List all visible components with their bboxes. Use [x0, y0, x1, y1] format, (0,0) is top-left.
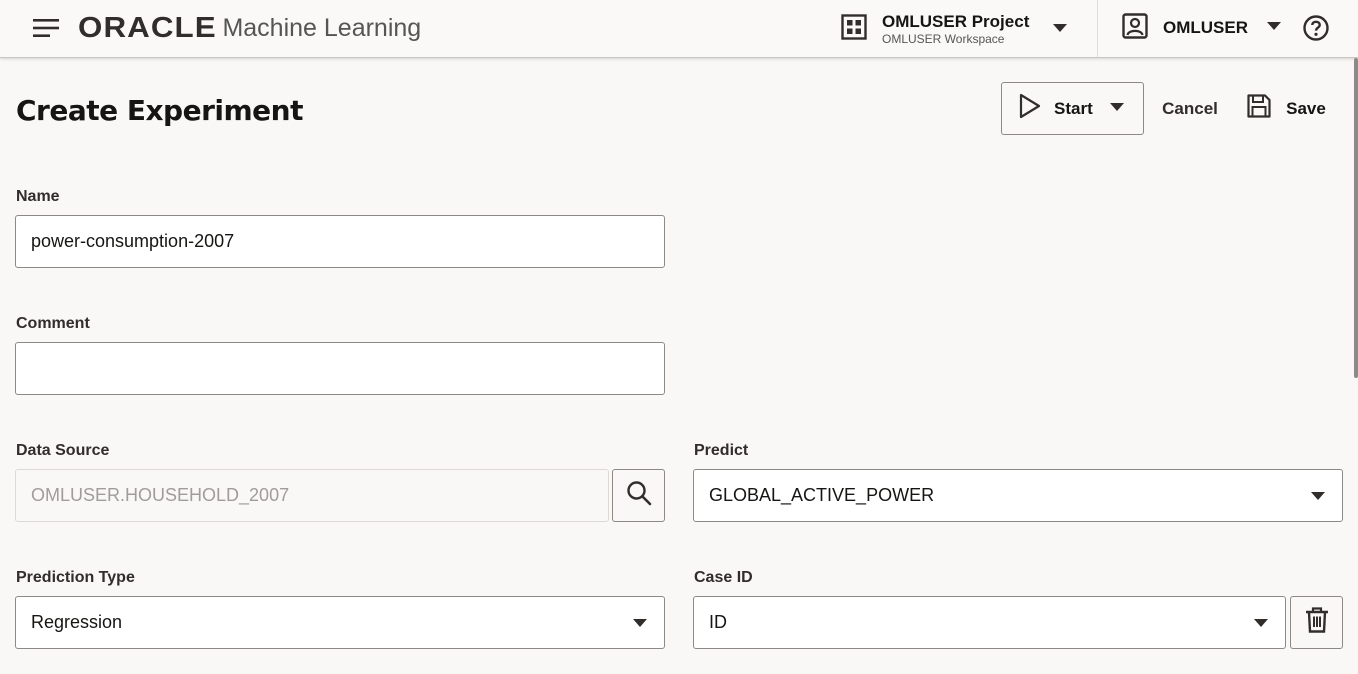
- project-title: OMLUSER Project: [882, 12, 1030, 31]
- search-button[interactable]: [612, 469, 665, 522]
- user-menu[interactable]: OMLUSER: [1121, 12, 1282, 45]
- data-source-field: OMLUSER.HOUSEHOLD_2007: [15, 469, 609, 522]
- chevron-down-icon: [1109, 100, 1125, 118]
- save-button-label: Save: [1286, 98, 1326, 118]
- predict-select[interactable]: GLOBAL_ACTIVE_POWER: [693, 469, 1343, 522]
- predict-value: GLOBAL_ACTIVE_POWER: [709, 485, 935, 505]
- case-id-select[interactable]: ID: [693, 596, 1286, 649]
- chevron-down-icon: [1266, 19, 1282, 37]
- hamburger-menu-icon[interactable]: [30, 14, 62, 42]
- app-header: ORACLE Machine Learning OMLUSER Project …: [0, 0, 1358, 58]
- page-title: Create Experiment: [16, 94, 303, 127]
- save-button[interactable]: Save: [1240, 82, 1332, 135]
- workspace-subtitle: OMLUSER Workspace: [882, 32, 1005, 46]
- data-source-value: OMLUSER.HOUSEHOLD_2007: [31, 485, 290, 505]
- prediction-type-value: Regression: [31, 612, 123, 632]
- prediction-type-label: Prediction Type: [16, 569, 135, 586]
- predict-label: Predict: [694, 442, 749, 459]
- floppy-disk-icon: [1246, 93, 1272, 124]
- comment-label: Comment: [16, 315, 90, 332]
- name-input[interactable]: power-consumption-2007: [15, 215, 665, 268]
- comment-input[interactable]: [15, 342, 665, 395]
- prediction-type-select[interactable]: Regression: [15, 596, 665, 649]
- chevron-down-icon: [616, 617, 664, 629]
- brand-logo: ORACLE Machine Learning: [78, 11, 422, 44]
- scrollbar[interactable]: [1354, 58, 1358, 378]
- name-value: power-consumption-2007: [31, 231, 235, 251]
- case-id-label: Case ID: [694, 569, 753, 586]
- trash-icon: [1304, 606, 1330, 639]
- user-name: OMLUSER: [1163, 18, 1248, 37]
- product-name: Machine Learning: [222, 13, 422, 42]
- name-label: Name: [16, 188, 60, 205]
- play-icon: [1018, 93, 1042, 124]
- case-id-value: ID: [709, 612, 727, 632]
- chevron-down-icon: [1294, 490, 1342, 502]
- start-button[interactable]: Start: [1001, 82, 1144, 135]
- chevron-down-icon[interactable]: [1052, 21, 1068, 39]
- delete-case-id-button[interactable]: [1290, 596, 1343, 649]
- help-icon[interactable]: [1302, 14, 1330, 47]
- search-icon: [626, 480, 652, 511]
- chevron-down-icon: [1237, 617, 1285, 629]
- oracle-logo-text: ORACLE: [78, 11, 217, 44]
- data-source-label: Data Source: [16, 442, 110, 459]
- cancel-button[interactable]: Cancel: [1157, 82, 1223, 135]
- user-icon: [1121, 12, 1149, 45]
- grid-icon: [840, 13, 868, 46]
- start-button-label: Start: [1054, 98, 1093, 118]
- project-selector[interactable]: OMLUSER Project OMLUSER Workspace: [840, 10, 1029, 48]
- header-divider: [1097, 0, 1098, 57]
